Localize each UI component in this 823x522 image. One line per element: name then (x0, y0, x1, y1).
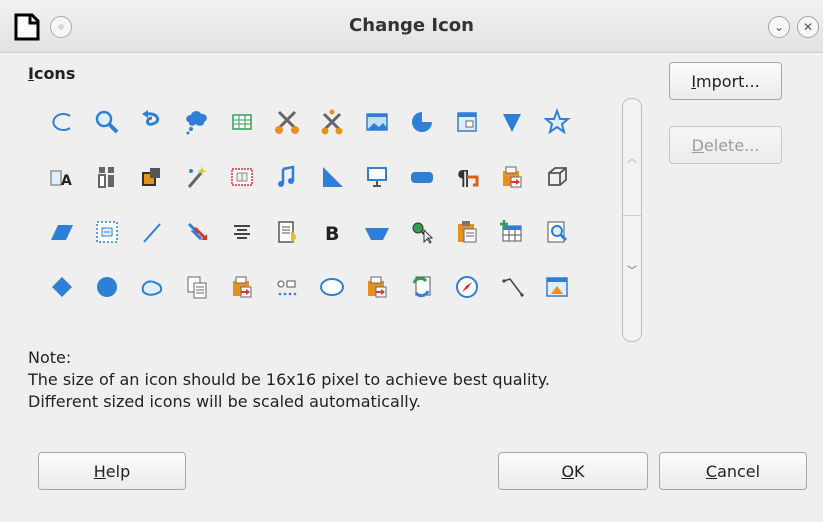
pie-icon[interactable] (408, 108, 436, 136)
paste-folder-3-icon[interactable] (363, 273, 391, 301)
form-icon[interactable] (453, 108, 481, 136)
svg-text:A: A (61, 173, 72, 189)
note-line-scaling: Different sized icons will be scaled aut… (28, 392, 422, 411)
window-title: Change Icon (349, 15, 474, 36)
refresh-icon[interactable] (408, 273, 436, 301)
table-icon[interactable] (228, 108, 256, 136)
copy-icon[interactable] (183, 273, 211, 301)
note-text: Note: The size of an icon should be 16x1… (28, 347, 550, 413)
preview-icon[interactable] (543, 218, 571, 246)
picture-frame-icon[interactable] (363, 108, 391, 136)
icons-section-label: Icons (28, 64, 76, 83)
minimize-icon[interactable]: ⌄ (768, 16, 790, 38)
cut-shape-icon[interactable] (318, 108, 346, 136)
align-center-icon[interactable] (228, 218, 256, 246)
align-icon[interactable] (93, 163, 121, 191)
paste-icon[interactable] (453, 218, 481, 246)
rounded-rect-icon[interactable] (408, 163, 436, 191)
cube-icon[interactable] (543, 163, 571, 191)
paste-folder-icon[interactable] (498, 163, 526, 191)
music-icon[interactable] (273, 163, 301, 191)
close-icon[interactable]: ✕ (797, 16, 819, 38)
grid-select-icon[interactable] (228, 163, 256, 191)
help-button[interactable]: Help (38, 452, 186, 490)
insert-table-icon[interactable] (498, 218, 526, 246)
dashed-frame-icon[interactable] (93, 218, 121, 246)
monitor-icon[interactable] (363, 163, 391, 191)
import-button[interactable]: Import... (669, 62, 782, 100)
parallelogram-icon[interactable] (48, 218, 76, 246)
paste-folder-2-icon[interactable] (228, 273, 256, 301)
icon-grid-scrollbar[interactable]: ︿ ﹀ (622, 98, 642, 342)
scroll-thumb-divider (623, 215, 641, 216)
magic-wand-icon[interactable] (183, 163, 211, 191)
circle-icon[interactable] (93, 273, 121, 301)
scissors-icon[interactable] (273, 108, 301, 136)
note-heading: Note: (28, 348, 72, 367)
note-page-icon[interactable] (273, 218, 301, 246)
dots-icon[interactable] (273, 273, 301, 301)
line-icon[interactable] (138, 218, 166, 246)
undo-icon[interactable] (138, 108, 166, 136)
bring-front-icon[interactable] (138, 163, 166, 191)
cancel-button[interactable]: Cancel (659, 452, 807, 490)
icon-grid: A ¶ B (48, 98, 588, 316)
swap-arrows-icon[interactable] (183, 218, 211, 246)
compass-icon[interactable] (453, 273, 481, 301)
text-frame-icon[interactable]: A (48, 163, 76, 191)
callout-cloud-icon[interactable] (183, 108, 211, 136)
arc-icon[interactable] (48, 108, 76, 136)
zoom-icon[interactable] (93, 108, 121, 136)
document-chart-icon[interactable] (543, 273, 571, 301)
polyline-icon[interactable] (498, 273, 526, 301)
scroll-down-icon[interactable]: ﹀ (623, 265, 641, 279)
ok-button[interactable]: OK (498, 452, 648, 490)
paragraph-icon[interactable]: ¶ (453, 163, 481, 191)
svg-text:B: B (325, 223, 339, 245)
trapezoid-icon[interactable] (363, 218, 391, 246)
diamond-icon[interactable] (48, 273, 76, 301)
triangle-down-icon[interactable] (498, 108, 526, 136)
note-line-size: The size of an icon should be 16x16 pixe… (28, 370, 550, 389)
zoom-pointer-icon[interactable] (408, 218, 436, 246)
star-icon[interactable] (543, 108, 571, 136)
bold-icon[interactable]: B (318, 218, 346, 246)
delete-button[interactable]: Delete... (669, 126, 782, 164)
title-bar: Change Icon ⌄ ✕ (0, 0, 823, 53)
blob-icon[interactable] (138, 273, 166, 301)
scroll-up-icon[interactable]: ︿ (623, 153, 641, 167)
ellipse-icon[interactable] (318, 273, 346, 301)
right-triangle-icon[interactable] (318, 163, 346, 191)
